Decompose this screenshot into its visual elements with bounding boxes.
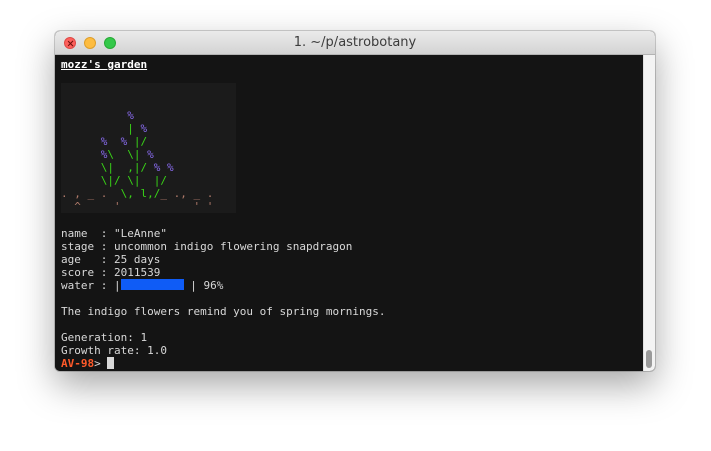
- stem-glyph: \: [107, 148, 114, 161]
- stage-value: uncommon indigo flowering snapdragon: [113, 240, 353, 253]
- art-space: [160, 161, 167, 174]
- stem-glyph: \, l,/: [120, 187, 161, 200]
- stem-glyph: \|: [127, 148, 141, 161]
- plant-ascii-art: % | % % % |/ %\ \| % \| ,|/ % % \|/ \| |…: [61, 109, 213, 213]
- art-space: [107, 135, 120, 148]
- age-value: 25 days: [113, 253, 161, 266]
- stem-glyph: \|/: [100, 174, 121, 187]
- age-row: age : 25 days: [61, 253, 160, 266]
- art-space: [114, 148, 127, 161]
- terminal-window: 1. ~/p/astrobotany mozz's garden % | % %…: [55, 31, 655, 371]
- water-level-bar: [120, 279, 184, 290]
- art-space: [114, 161, 127, 174]
- score-label: score :: [61, 266, 114, 279]
- name-label: name :: [61, 227, 114, 240]
- art-space: [141, 174, 154, 187]
- art-space: [61, 109, 127, 122]
- vertical-scrollbar[interactable]: [643, 55, 655, 371]
- plant-art-panel: % | % % % |/ %\ \| % \| ,|/ % % \|/ \| |…: [61, 83, 236, 213]
- score-value: 2011539: [113, 266, 161, 279]
- art-space: [61, 174, 101, 187]
- art-space: [127, 135, 134, 148]
- art-space: [61, 135, 101, 148]
- flower-glyph: %: [127, 109, 134, 122]
- terminal-output[interactable]: mozz's garden % | % % % |/ %\ \| % \| ,|…: [55, 55, 644, 371]
- stem-glyph: \|: [127, 174, 141, 187]
- flower-glyph: %: [167, 161, 174, 174]
- flower-glyph: %: [147, 148, 154, 161]
- art-space: [147, 161, 154, 174]
- title-bar[interactable]: 1. ~/p/astrobotany: [55, 31, 655, 55]
- art-space: [61, 161, 101, 174]
- art-space: [61, 148, 101, 161]
- score-row: score : 2011539: [61, 266, 160, 279]
- stem-glyph: \|: [100, 161, 114, 174]
- prompt-label: AV-98: [61, 357, 95, 370]
- window-title: 1. ~/p/astrobotany: [293, 35, 417, 50]
- soil-glyph: _ ., _ .: [160, 187, 214, 200]
- stage-label: stage :: [61, 240, 114, 253]
- name-value: "LeAnne": [113, 227, 167, 240]
- water-label: water : |: [61, 279, 121, 292]
- water-row: water : | | 96%: [61, 279, 223, 292]
- flower-glyph: %: [140, 122, 148, 135]
- age-label: age :: [61, 253, 114, 266]
- art-space: [61, 122, 127, 135]
- stem-glyph: |/: [153, 174, 167, 187]
- stem-glyph: ,|/: [127, 161, 148, 174]
- name-row: name : "LeAnne": [61, 227, 167, 240]
- text-cursor: [107, 357, 115, 369]
- water-percent: | 96%: [183, 279, 224, 292]
- soil-glyph: ^ ' ' ': [61, 200, 214, 213]
- scrollbar-thumb[interactable]: [646, 350, 652, 368]
- stem-glyph: |/: [133, 135, 148, 148]
- stage-row: stage : uncommon indigo flowering snapdr…: [61, 240, 352, 253]
- stem-glyph: |: [127, 122, 134, 135]
- garden-heading: mozz's garden: [61, 58, 148, 71]
- command-prompt[interactable]: AV-98>: [61, 357, 115, 370]
- soil-glyph: . , _ .: [61, 187, 121, 200]
- generation-text: Generation: 1: [61, 331, 148, 344]
- plant-description: The indigo flowers remind you of spring …: [61, 305, 386, 318]
- growth-rate-text: Growth rate: 1.0: [61, 344, 167, 357]
- prompt-symbol: >: [94, 357, 101, 370]
